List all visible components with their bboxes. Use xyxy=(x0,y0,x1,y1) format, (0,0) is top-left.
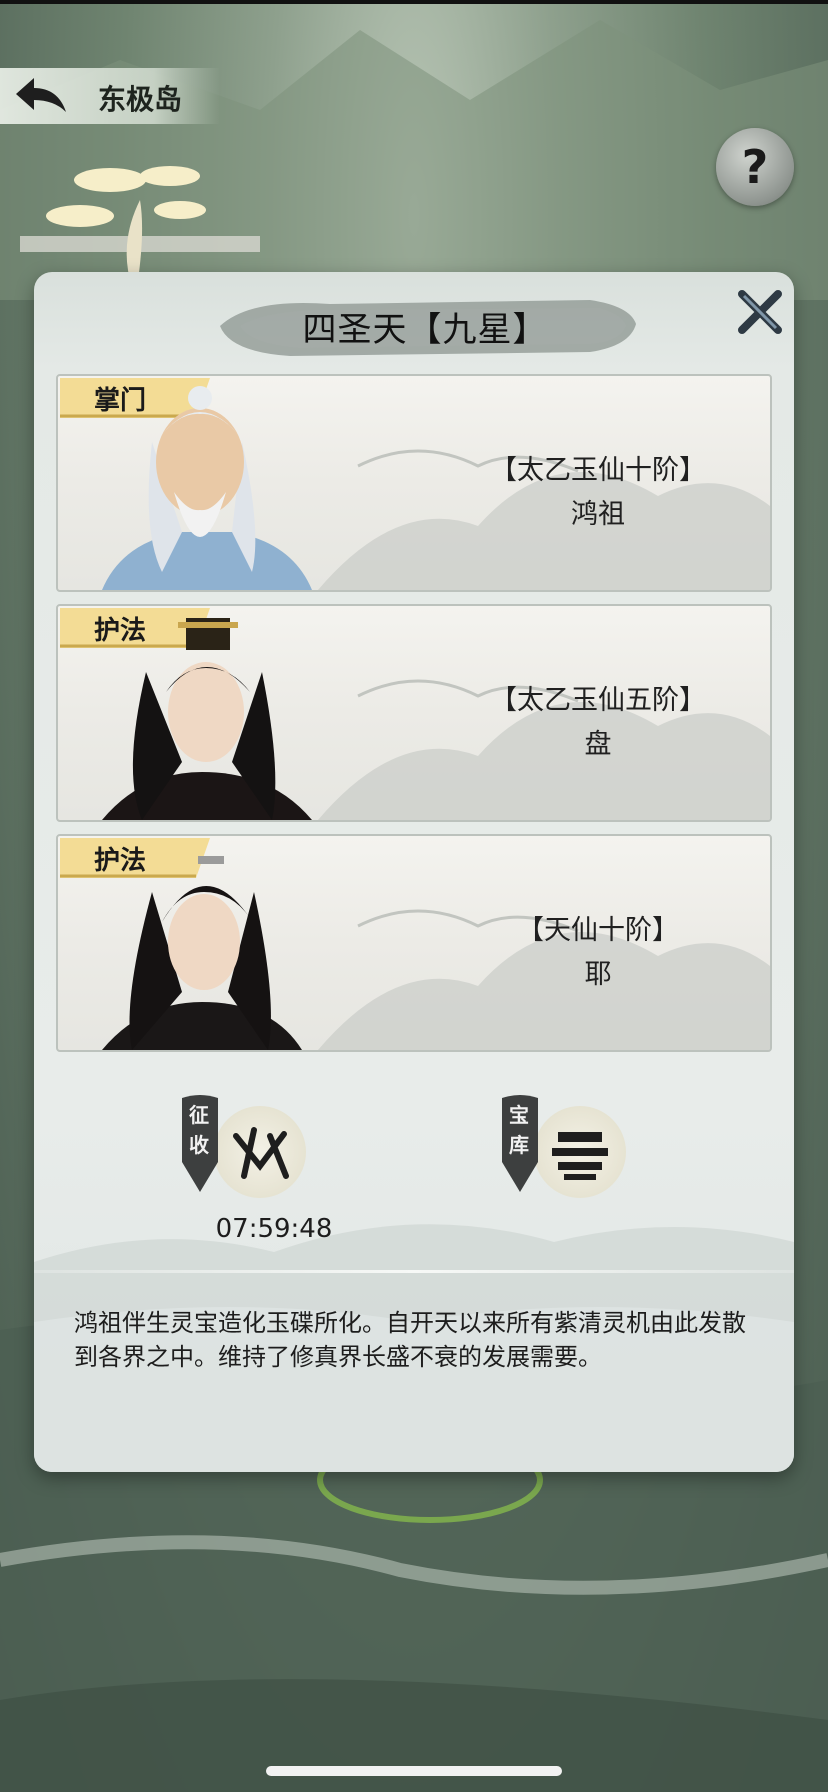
member-rank: 【天仙十阶】 xyxy=(517,915,679,946)
help-symbol: ? xyxy=(741,140,769,194)
close-x-icon[interactable] xyxy=(734,286,786,338)
treasury-button[interactable]: 宝 库 xyxy=(500,1092,630,1202)
section-divider xyxy=(34,1270,794,1273)
member-name: 鸿祖 xyxy=(571,499,625,530)
pine-tree-decoration xyxy=(20,166,260,280)
member-name: 盘 xyxy=(584,729,612,760)
home-indicator[interactable] xyxy=(266,1766,562,1776)
back-arrow-icon[interactable] xyxy=(10,72,74,120)
collect-button[interactable]: 征 收 xyxy=(180,1092,310,1202)
location-title: 东极岛 xyxy=(98,83,183,116)
sect-info-dialog: 四圣天【九星】 掌门 【太乙玉仙十阶】 鸿祖 护法 【太乙玉仙五阶】 盘 护法 … xyxy=(34,272,794,1472)
member-rank: 【太乙玉仙十阶】 xyxy=(490,455,706,486)
member-card-leader[interactable]: 掌门 【太乙玉仙十阶】 鸿祖 xyxy=(56,374,772,592)
status-edge xyxy=(0,0,828,4)
member-name: 耶 xyxy=(584,959,612,990)
question-mark-icon[interactable]: ? xyxy=(716,128,794,206)
flag-char: 库 xyxy=(509,1133,529,1157)
member-card-guardian-1[interactable]: 护法 【太乙玉仙五阶】 盘 xyxy=(56,604,772,822)
mist-mountains xyxy=(34,1224,794,1472)
black-haired-man-portrait xyxy=(102,856,302,1050)
flag-char: 收 xyxy=(189,1133,209,1157)
dialog-title: 四圣天【九星】 xyxy=(302,310,548,350)
treasury-emblem-icon xyxy=(534,1106,626,1198)
member-rank: 【太乙玉仙五阶】 xyxy=(490,685,706,716)
collect-emblem-icon xyxy=(214,1106,306,1198)
white-haired-elder-portrait xyxy=(102,386,312,590)
flag-char: 宝 xyxy=(509,1103,529,1127)
flag-char: 征 xyxy=(189,1103,209,1127)
crowned-black-haired-man-portrait xyxy=(102,618,312,820)
member-card-guardian-2[interactable]: 护法 【天仙十阶】 耶 xyxy=(56,834,772,1052)
collect-timer: 07:59:48 xyxy=(215,1214,333,1244)
sect-description: 鸿祖伴生灵宝造化玉碟所化。自开天以来所有紫清灵机由此发散到各界之中。维持了修真界… xyxy=(74,1309,746,1371)
